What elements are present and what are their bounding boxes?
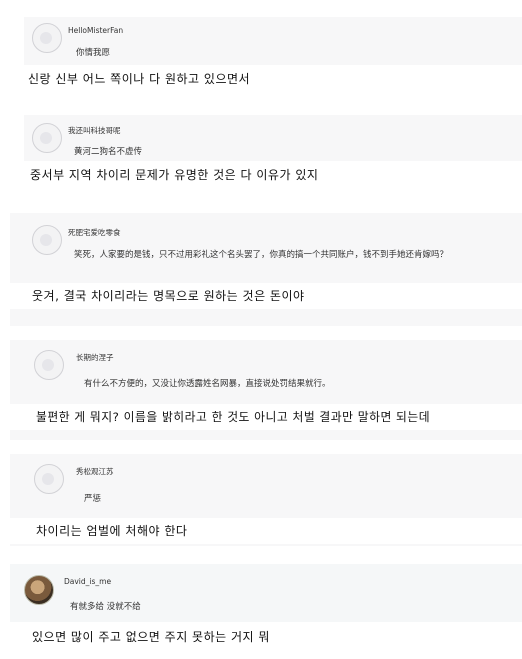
avatar[interactable] — [32, 23, 62, 53]
username[interactable]: HelloMisterFan — [68, 26, 123, 35]
comment-card: 我还叫科技哥呢 黄河二狗名不虚传 — [24, 115, 522, 161]
translation-text: 불편한 게 뭐지? 이름을 밝히라고 한 것도 아니고 처벌 결과만 말하면 되… — [10, 404, 522, 430]
comment-text: 有就多给 没就不给 — [70, 602, 141, 612]
username[interactable]: 死肥宅爱吃零食 — [68, 227, 121, 238]
avatar[interactable] — [32, 225, 62, 255]
comment-card: 秀松观江苏 严惩 차이리는 엄벌에 처해야 한다 — [10, 454, 522, 546]
username[interactable]: 秀松观江苏 — [76, 466, 114, 477]
comment-card: 长期的涅子 有什么不方便的，又没让你透露姓名网暴，直接说处罚结果就行。 불편한 … — [10, 340, 522, 440]
username[interactable]: David_is_me — [64, 577, 111, 586]
comment-text: 黄河二狗名不虚传 — [74, 147, 143, 157]
username[interactable]: 我还叫科技哥呢 — [68, 125, 121, 136]
avatar[interactable] — [24, 575, 54, 605]
translation-text: 중서부 지역 차이리 문제가 유명한 것은 다 이유가 있지 — [0, 162, 522, 188]
username[interactable]: 长期的涅子 — [76, 352, 114, 363]
translation-text: 웃겨, 결국 차이리라는 명목으로 원하는 것은 돈이야 — [10, 283, 522, 309]
comment-card: David_is_me 有就多给 没就不给 — [10, 564, 522, 622]
comment-text: 你情我愿 — [76, 48, 111, 58]
comment-text: 笑死，人家要的是钱，只不过用彩礼这个名头罢了，你真的搞一个共同账户，钱不到手她还… — [74, 250, 449, 260]
avatar[interactable] — [34, 350, 64, 380]
comment-text: 有什么不方便的，又没让你透露姓名网暴，直接说处罚结果就行。 — [84, 379, 331, 389]
translation-text: 신랑 신부 어느 쪽이나 다 원하고 있으면서 — [0, 66, 522, 92]
comment-text: 严惩 — [84, 494, 102, 504]
translation-text: 차이리는 엄벌에 처해야 한다 — [10, 518, 522, 544]
avatar[interactable] — [32, 123, 62, 153]
translation-text: 있으면 많이 주고 없으면 주지 못하는 거지 뭐 — [0, 624, 522, 650]
comment-card: 死肥宅爱吃零食 笑死，人家要的是钱，只不过用彩礼这个名头罢了，你真的搞一个共同账… — [10, 213, 522, 326]
avatar[interactable] — [34, 464, 64, 494]
comment-card: HelloMisterFan 你情我愿 — [24, 17, 522, 65]
